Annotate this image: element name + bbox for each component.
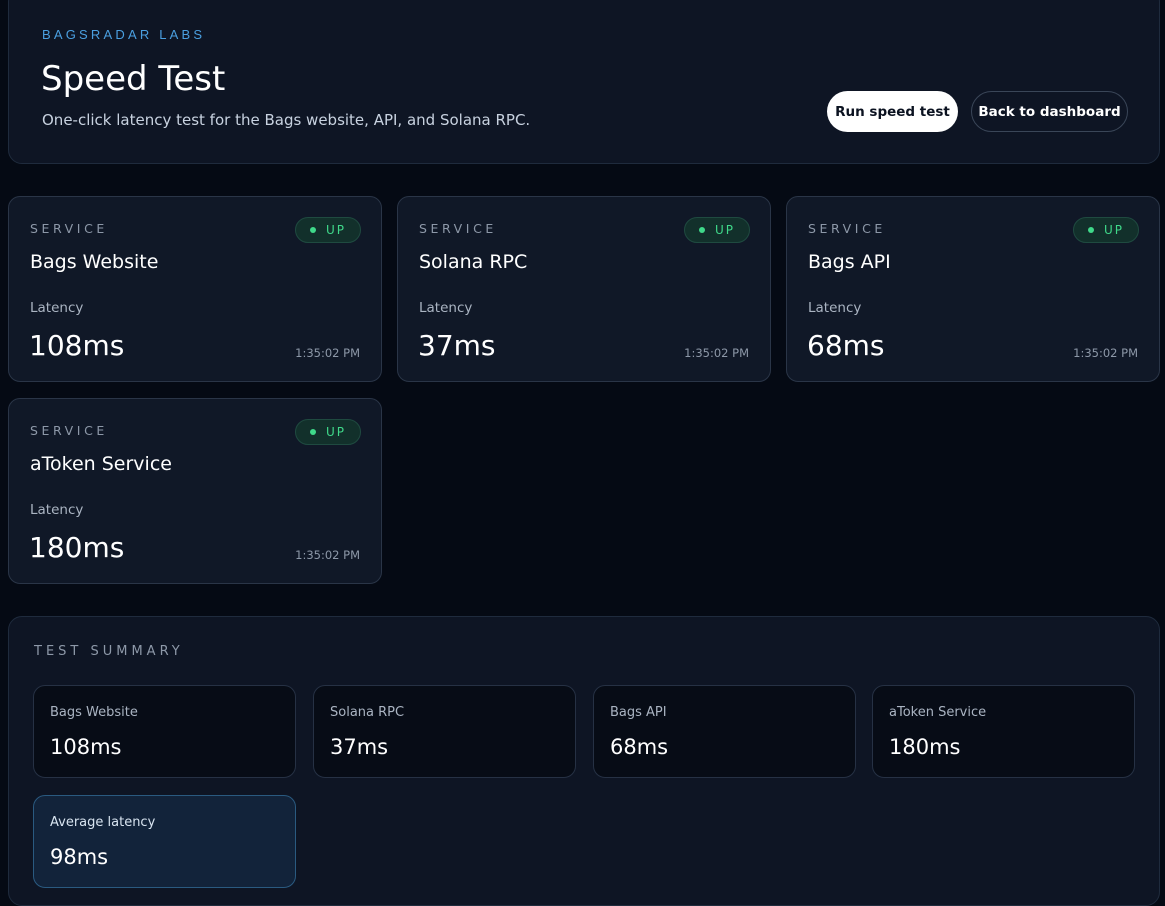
summary-average-latency: Average latency 98ms bbox=[33, 795, 296, 888]
service-name: Bags API bbox=[808, 251, 891, 273]
summary-title: TEST SUMMARY bbox=[34, 644, 184, 659]
latency-label: Latency bbox=[30, 502, 84, 518]
timestamp: 1:35:02 PM bbox=[295, 548, 360, 562]
status-badge: UP bbox=[295, 217, 361, 243]
average-latency-label: Average latency bbox=[50, 815, 156, 830]
latency-value: 180ms bbox=[29, 531, 125, 564]
latency-value: 108ms bbox=[29, 329, 125, 362]
average-latency-value: 98ms bbox=[50, 845, 109, 869]
page-subtitle: One-click latency test for the Bags webs… bbox=[42, 111, 531, 129]
service-card-solana-rpc: SERVICE UP Solana RPC Latency 37ms 1:35:… bbox=[397, 196, 771, 382]
service-label: SERVICE bbox=[419, 221, 497, 236]
status-text: UP bbox=[325, 425, 347, 439]
status-badge: UP bbox=[295, 419, 361, 445]
service-label: SERVICE bbox=[808, 221, 886, 236]
service-name: aToken Service bbox=[30, 453, 172, 475]
summary-item-bags-api: Bags API 68ms bbox=[593, 685, 856, 778]
service-card-atoken-service: SERVICE UP aToken Service Latency 180ms … bbox=[8, 398, 382, 584]
status-text: UP bbox=[325, 223, 347, 237]
timestamp: 1:35:02 PM bbox=[684, 346, 749, 360]
status-badge: UP bbox=[684, 217, 750, 243]
latency-label: Latency bbox=[808, 300, 862, 316]
page-header: BAGSRADAR LABS Speed Test One-click late… bbox=[8, 0, 1160, 164]
summary-item-value: 108ms bbox=[50, 735, 122, 759]
summary-item-bags-website: Bags Website 108ms bbox=[33, 685, 296, 778]
service-label: SERVICE bbox=[30, 423, 108, 438]
summary-item-value: 37ms bbox=[330, 735, 389, 759]
timestamp: 1:35:02 PM bbox=[1073, 346, 1138, 360]
status-dot-icon bbox=[1087, 227, 1094, 233]
service-name: Solana RPC bbox=[419, 251, 528, 273]
status-text: UP bbox=[1103, 223, 1125, 237]
timestamp: 1:35:02 PM bbox=[295, 346, 360, 360]
service-label: SERVICE bbox=[30, 221, 108, 236]
summary-item-label: aToken Service bbox=[889, 705, 987, 720]
summary-item-label: Solana RPC bbox=[330, 705, 405, 720]
summary-item-label: Bags API bbox=[610, 705, 667, 720]
summary-item-value: 180ms bbox=[889, 735, 961, 759]
status-badge: UP bbox=[1073, 217, 1139, 243]
test-summary-panel: TEST SUMMARY Bags Website 108ms Solana R… bbox=[8, 616, 1160, 906]
page-title: Speed Test bbox=[41, 59, 226, 99]
status-dot-icon bbox=[698, 227, 705, 233]
service-name: Bags Website bbox=[30, 251, 159, 273]
summary-item-atoken-service: aToken Service 180ms bbox=[872, 685, 1135, 778]
latency-label: Latency bbox=[419, 300, 473, 316]
status-dot-icon bbox=[309, 227, 316, 233]
summary-item-solana-rpc: Solana RPC 37ms bbox=[313, 685, 576, 778]
back-to-dashboard-button[interactable]: Back to dashboard bbox=[971, 91, 1128, 132]
status-text: UP bbox=[714, 223, 736, 237]
brand-eyebrow: BAGSRADAR LABS bbox=[42, 27, 206, 42]
summary-item-value: 68ms bbox=[610, 735, 669, 759]
service-card-bags-website: SERVICE UP Bags Website Latency 108ms 1:… bbox=[8, 196, 382, 382]
latency-label: Latency bbox=[30, 300, 84, 316]
service-card-bags-api: SERVICE UP Bags API Latency 68ms 1:35:02… bbox=[786, 196, 1160, 382]
latency-value: 68ms bbox=[807, 329, 885, 362]
summary-item-label: Bags Website bbox=[50, 705, 138, 720]
run-speed-test-button[interactable]: Run speed test bbox=[827, 91, 958, 132]
latency-value: 37ms bbox=[418, 329, 496, 362]
status-dot-icon bbox=[309, 429, 316, 435]
